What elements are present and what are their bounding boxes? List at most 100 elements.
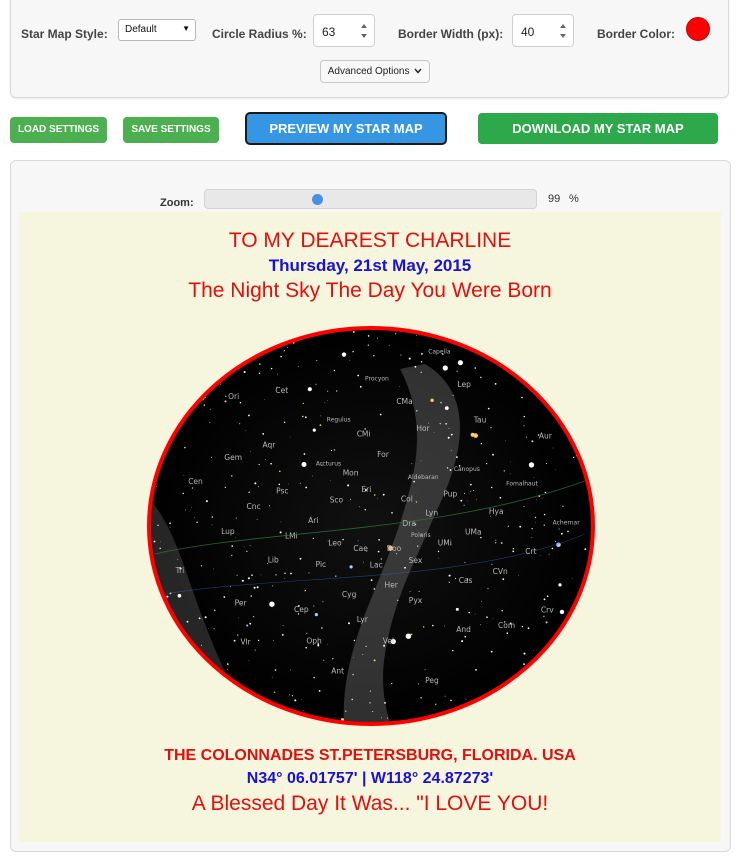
- sky-label: Pic: [316, 560, 327, 569]
- zoom-slider-thumb[interactable]: [312, 194, 323, 205]
- star-dot: [185, 342, 187, 345]
- star-dot: [587, 395, 589, 398]
- star-dot: [321, 627, 323, 629]
- star-dot: [565, 336, 568, 339]
- star-dot: [580, 419, 582, 421]
- sky-label: Lup: [221, 527, 235, 536]
- star-dot: [223, 596, 226, 598]
- star-dot: [247, 577, 250, 580]
- spinner-arrows-icon[interactable]: [559, 21, 567, 41]
- poster-coordinates: N34° 06.01757' | W118° 24.87273': [246, 770, 494, 787]
- star-dot: [264, 459, 266, 460]
- sky-label: Achernar: [553, 519, 581, 526]
- star-dot: [299, 482, 301, 484]
- save-settings-button[interactable]: SAVE SETTINGS: [123, 117, 219, 143]
- star-dot: [559, 609, 565, 615]
- star-dot: [420, 460, 422, 462]
- poster-subtitle: The Night Sky The Day You Were Born: [188, 279, 552, 302]
- star-dot: [314, 613, 318, 617]
- star-dot: [241, 579, 244, 582]
- zoom-slider[interactable]: [204, 189, 537, 209]
- star-dot: [305, 723, 307, 724]
- sky-label: Ant: [331, 667, 344, 676]
- border-color-swatch[interactable]: [686, 17, 710, 41]
- star-dot: [271, 676, 273, 678]
- star-dot: [236, 574, 238, 576]
- star-map-style-select[interactable]: Default ▼: [118, 19, 196, 41]
- star-dot: [581, 326, 582, 327]
- sky-label: Arcturus: [316, 461, 341, 468]
- star-dot: [213, 568, 214, 570]
- border-width-input[interactable]: 40: [512, 14, 574, 47]
- star-dot: [270, 462, 272, 465]
- sky-label: Procyon: [365, 376, 389, 383]
- star-dot: [194, 517, 195, 518]
- star-dot: [416, 334, 417, 336]
- star-dot: [283, 421, 286, 423]
- star-dot: [301, 462, 307, 467]
- star-dot: [352, 331, 355, 333]
- circle-radius-input[interactable]: 63: [313, 14, 375, 47]
- star-dot: [545, 621, 548, 624]
- star-dot: [373, 588, 376, 590]
- star-dot: [287, 347, 288, 348]
- advanced-options-button[interactable]: Advanced Options: [320, 60, 430, 83]
- star-dot: [284, 572, 286, 574]
- star-dot: [464, 713, 466, 714]
- star-dot: [446, 467, 449, 469]
- star-dot: [177, 559, 179, 560]
- star-dot: [546, 595, 549, 597]
- star-dot: [439, 422, 441, 425]
- star-dot: [169, 522, 171, 524]
- star-dot: [350, 498, 352, 500]
- star-dot: [548, 553, 550, 555]
- load-settings-button[interactable]: LOAD SETTINGS: [10, 117, 107, 143]
- star-dot: [590, 625, 593, 627]
- star-dot: [145, 451, 147, 453]
- star-dot: [341, 352, 347, 357]
- sky-label: Ori: [228, 392, 239, 401]
- star-dot: [487, 407, 490, 410]
- sky-label: Polaris: [411, 532, 431, 539]
- star-dot: [159, 547, 161, 549]
- star-dot: [526, 436, 527, 438]
- star-dot: [551, 547, 554, 550]
- star-dot: [555, 540, 557, 542]
- star-dot: [539, 390, 542, 393]
- star-dot: [444, 695, 446, 697]
- star-dot: [581, 698, 584, 701]
- star-dot: [291, 695, 294, 697]
- star-dot: [353, 657, 355, 658]
- star-dot: [467, 500, 468, 502]
- sky-label: Cen: [188, 477, 203, 486]
- star-dot: [486, 616, 488, 618]
- star-dot: [304, 416, 307, 419]
- star-dot: [169, 526, 171, 528]
- star-dot: [377, 498, 378, 499]
- star-dot: [273, 324, 275, 325]
- star-dot: [227, 344, 228, 346]
- star-dot: [523, 425, 525, 427]
- sky-label: Leo: [328, 539, 342, 548]
- star-dot: [546, 463, 547, 464]
- star-dot: [418, 590, 420, 592]
- star-dot: [555, 469, 556, 471]
- star-dot: [182, 492, 184, 495]
- download-star-map-button[interactable]: DOWNLOAD MY STAR MAP: [478, 113, 718, 144]
- preview-star-map-button[interactable]: PREVIEW MY STAR MAP: [245, 112, 447, 145]
- star-dot: [587, 336, 593, 342]
- star-dot: [464, 493, 466, 494]
- spinner-arrows-icon[interactable]: [360, 21, 368, 41]
- star-dot: [351, 698, 353, 701]
- sky-label: Pup: [443, 490, 457, 499]
- star-dot: [211, 524, 213, 526]
- star-dot: [362, 654, 364, 656]
- star-dot: [562, 505, 564, 507]
- star-dot: [411, 463, 413, 465]
- star-dot: [534, 516, 537, 519]
- star-dot: [245, 430, 246, 431]
- star-dot: [381, 717, 382, 719]
- star-dot: [391, 682, 393, 685]
- star-dot: [209, 408, 211, 410]
- sky-label: Cep: [294, 605, 309, 614]
